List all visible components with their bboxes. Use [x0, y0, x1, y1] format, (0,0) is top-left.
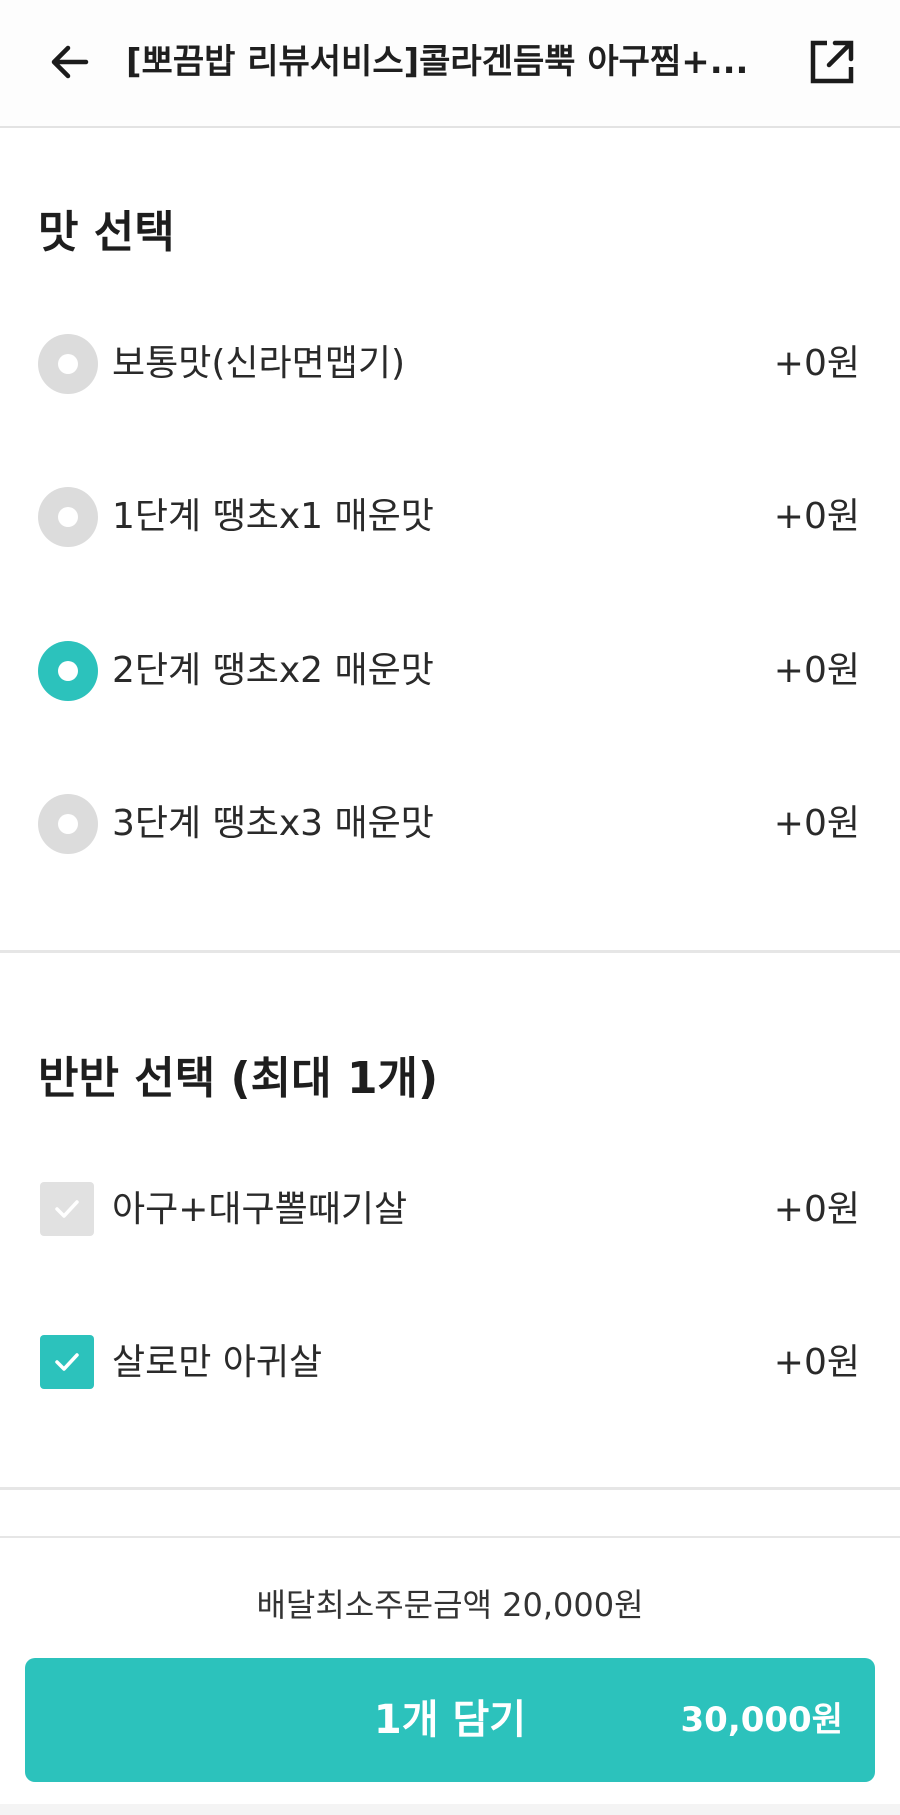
section-divider — [0, 1487, 900, 1490]
section-divider — [0, 950, 900, 953]
taste-option-row-selected[interactable]: 2단계 땡초x2 매운맛 +0원 — [0, 617, 900, 727]
check-icon — [55, 1200, 79, 1218]
radio-dot — [58, 814, 78, 834]
radio-button[interactable] — [38, 334, 98, 394]
taste-option-row[interactable]: 3단계 땡초x3 매운맛 +0원 — [0, 770, 900, 880]
option-label: 아구+대구뽈때기살 — [112, 1189, 408, 1230]
back-button[interactable] — [38, 30, 102, 94]
radio-dot — [58, 354, 78, 374]
half-option-row[interactable]: 아구+대구뽈때기살 +0원 — [0, 1156, 900, 1266]
half-option-row-checked[interactable]: 살로만 아귀살 +0원 — [0, 1309, 900, 1419]
option-price: +0원 — [773, 496, 860, 537]
option-price: +0원 — [773, 343, 860, 384]
taste-option-row[interactable]: 보통맛(신라면맵기) +0원 — [0, 310, 900, 420]
option-label: 2단계 땡초x2 매운맛 — [112, 650, 434, 691]
option-label: 살로만 아귀살 — [112, 1342, 323, 1383]
check-icon — [55, 1353, 79, 1371]
radio-dot — [58, 507, 78, 527]
arrow-left-icon — [51, 45, 89, 79]
option-label: 1단계 땡초x1 매운맛 — [112, 496, 434, 537]
order-footer: 배달최소주문금액 20,000원 1개 담기 30,000원 — [0, 1536, 900, 1815]
radio-button-selected[interactable] — [38, 641, 98, 701]
checkbox[interactable] — [40, 1182, 94, 1236]
add-to-cart-button[interactable]: 1개 담기 30,000원 — [25, 1658, 875, 1782]
option-price: +0원 — [773, 650, 860, 691]
top-app-bar: [뽀끔밥 리뷰서비스]콜라겐듬뿍 아구찜+... — [0, 0, 900, 128]
min-order-text: 배달최소주문금액 20,000원 — [256, 1586, 644, 1624]
share-external-icon — [810, 40, 854, 84]
radio-button[interactable] — [38, 487, 98, 547]
option-label: 보통맛(신라면맵기) — [112, 343, 406, 384]
option-price: +0원 — [773, 1342, 860, 1383]
option-price: +0원 — [773, 803, 860, 844]
page-title: [뽀끔밥 리뷰서비스]콜라겐듬뿍 아구찜+... — [126, 42, 749, 82]
radio-dot — [58, 661, 78, 681]
bottom-edge — [0, 1804, 900, 1815]
add-to-cart-price: 30,000원 — [680, 1700, 843, 1740]
option-price: +0원 — [773, 1189, 860, 1230]
option-label: 3단계 땡초x3 매운맛 — [112, 803, 434, 844]
checkbox-checked[interactable] — [40, 1335, 94, 1389]
share-button[interactable] — [800, 30, 864, 94]
half-section-title: 반반 선택 (최대 1개) — [38, 1053, 439, 1104]
taste-section-title: 맛 선택 — [38, 207, 175, 258]
radio-button[interactable] — [38, 794, 98, 854]
taste-option-row[interactable]: 1단계 땡초x1 매운맛 +0원 — [0, 463, 900, 573]
